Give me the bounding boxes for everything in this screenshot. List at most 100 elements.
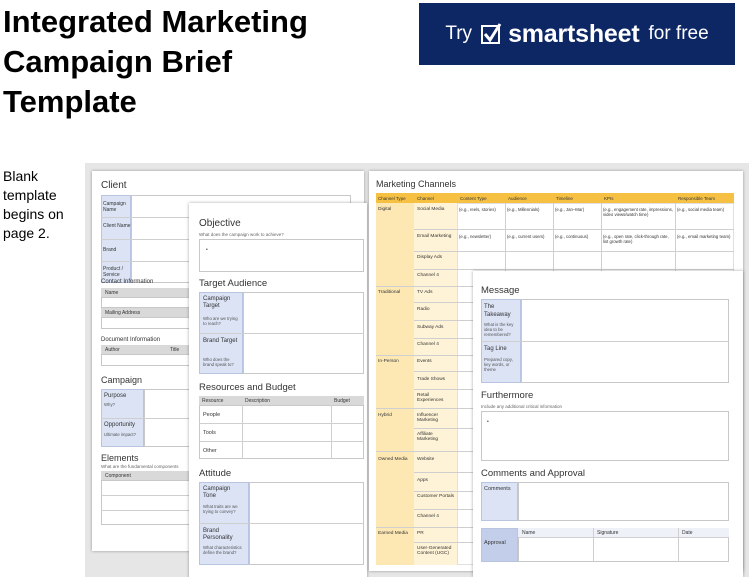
audience-row-hint: Who are we trying to reach? <box>203 316 238 326</box>
channel-name: Affiliate Marketing <box>417 432 439 442</box>
contact-heading: Contact Information <box>101 279 154 285</box>
example-content-type: (e.g., reels, stories) <box>459 207 496 212</box>
note-line: Blank <box>3 168 39 184</box>
furthermore-bullet: • <box>487 419 489 425</box>
audience-row-label: Campaign Target <box>203 296 231 309</box>
template-preview: Client Campaign Name Client Name Brand P… <box>85 163 749 577</box>
example-kpis: (e.g., open rate, click-through rate, li… <box>603 234 669 244</box>
note-line: template <box>3 187 57 203</box>
example-team: (e.g., email marketing team) <box>677 234 731 239</box>
resources-row-label: People <box>203 412 221 418</box>
channel-name: Subway Ads <box>417 325 444 330</box>
example-team: (e.g., social media team) <box>677 207 725 212</box>
blank-template-note: Blank template begins on page 2. <box>3 167 83 243</box>
furthermore-subtitle: Include any additional critical informat… <box>481 404 563 409</box>
attitude-heading: Attitude <box>199 468 232 479</box>
message-heading: Message <box>481 285 520 296</box>
resources-heading: Resources and Budget <box>199 382 296 393</box>
channel-type: Hybrid <box>378 413 392 418</box>
approval-col: Signature <box>597 530 619 536</box>
contact-row-label: Mailing Address <box>105 310 141 316</box>
example-kpis: (e.g., engagement rate, impressions, vid… <box>603 207 673 217</box>
target-audience-heading: Target Audience <box>199 278 268 289</box>
ad-for-free-text: for free <box>648 23 709 44</box>
client-row-label: Brand <box>103 247 117 253</box>
channel-name: TV Ads <box>417 290 433 295</box>
channel-name: Channel 4 <box>417 342 439 347</box>
checkbox-icon <box>481 23 502 44</box>
channel-name: Display Ads <box>417 255 443 260</box>
channel-type: Owned Media <box>378 457 408 462</box>
attitude-row-label: Campaign Tone <box>203 486 231 499</box>
campaign-heading: Campaign <box>101 375 143 385</box>
channels-col: Channel Type <box>378 196 406 201</box>
title-line: Integrated Marketing <box>3 4 308 39</box>
note-line: page 2. <box>3 225 50 241</box>
comments-heading: Comments and Approval <box>481 468 586 479</box>
message-row-hint: What is the key idea to be remembered? <box>484 322 514 337</box>
channel-name: Retail Experiences <box>417 393 444 403</box>
channel-type: Digital <box>378 207 392 212</box>
resources-row-label: Tools <box>203 430 216 436</box>
channel-name: Influencer Marketing <box>417 413 439 423</box>
channels-col: KPIs <box>604 196 614 201</box>
title-line: Campaign Brief <box>3 44 233 79</box>
client-row-label: Product / Service <box>103 266 124 278</box>
example-content-type: (e.g., newsletter) <box>459 234 492 239</box>
channel-type: In-Person <box>378 359 399 364</box>
channel-type: Traditional <box>378 290 401 295</box>
client-row-label: Client Name <box>103 223 131 229</box>
attitude-row-hint: What characteristics define the brand? <box>203 545 242 555</box>
attitude-row-hint: What traits are we trying to convey? <box>203 504 238 514</box>
channels-col: Responsible Team <box>678 196 715 201</box>
objective-heading: Objective <box>199 218 241 229</box>
resources-col: Resource <box>202 398 224 404</box>
document-col: Author <box>105 347 120 353</box>
channel-type: Earned Media <box>378 531 408 536</box>
campaign-row-label: Purpose <box>104 393 127 399</box>
preview-page-4: Message The Takeaway What is the key ide… <box>473 271 743 577</box>
channels-col: Audience <box>508 196 527 201</box>
note-line: begins on <box>3 206 64 222</box>
example-timeline: (e.g., Jan–Mar) <box>555 207 585 212</box>
ad-try-text: Try <box>445 23 473 44</box>
comments-label: Comments <box>484 486 511 492</box>
approval-col: Name <box>522 530 536 536</box>
campaign-row-hint: Ultimate impact? <box>104 432 136 437</box>
channel-name: Website <box>417 457 435 462</box>
example-timeline: (e.g., continuous) <box>555 234 589 239</box>
objective-subtitle: What does the campaign work to achieve? <box>199 232 284 237</box>
channel-name: Events <box>417 359 432 364</box>
try-smartsheet-button[interactable]: Try smartsheet for free <box>419 3 735 65</box>
campaign-row-hint: Why? <box>104 402 115 407</box>
channel-name: Trade Shows <box>417 377 446 382</box>
audience-row-hint: Who does the brand speak to? <box>203 357 234 367</box>
document-col: Title <box>170 347 180 353</box>
page-title: Integrated Marketing Campaign Brief Temp… <box>3 2 403 122</box>
channel-name: Apps <box>417 478 428 483</box>
resources-col: Description <box>245 398 271 404</box>
document-heading: Document Information <box>101 337 161 343</box>
attitude-row-label: Brand Personality <box>203 528 233 541</box>
channels-col: Content Type <box>460 196 487 201</box>
message-row-label: Tag Line <box>484 346 507 352</box>
elements-subtitle: What are the fundamental components <box>101 464 179 469</box>
furthermore-heading: Furthermore <box>481 390 534 401</box>
example-audience: (e.g., current users) <box>507 234 545 239</box>
contact-row-label: Name <box>105 290 119 296</box>
resources-row-label: Other <box>203 448 217 454</box>
channel-name: Radio <box>417 307 430 312</box>
audience-row-label: Brand Target <box>203 338 238 344</box>
elements-heading: Elements <box>101 453 139 463</box>
campaign-row-label: Opportunity <box>104 422 136 428</box>
channel-name: Channel 4 <box>417 514 439 519</box>
preview-page-2: Objective What does the campaign work to… <box>189 203 367 577</box>
channel-name: Customer Portals <box>417 494 455 499</box>
title-line: Template <box>3 84 137 119</box>
channel-name: PR <box>417 531 424 536</box>
channels-col: Channel <box>417 196 434 201</box>
elements-col: Component <box>105 473 131 479</box>
ad-brand-text: smartsheet <box>508 19 640 48</box>
channel-name: Channel 4 <box>417 273 439 278</box>
client-heading: Client <box>101 180 127 191</box>
